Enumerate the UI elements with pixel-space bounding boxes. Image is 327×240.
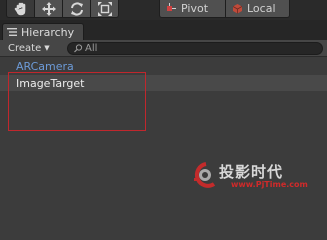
local-button[interactable]: Local xyxy=(226,0,290,18)
tab-hierarchy-label: Hierarchy xyxy=(21,25,75,39)
panel-tab-bar: Hierarchy xyxy=(0,20,327,40)
tab-hierarchy[interactable]: Hierarchy xyxy=(2,23,84,40)
scale-icon xyxy=(97,1,112,16)
hierarchy-toolbar: Create ▼ All xyxy=(0,40,327,57)
search-icon xyxy=(74,44,83,53)
scale-tool-button[interactable] xyxy=(90,0,119,18)
rotate-icon xyxy=(70,1,83,16)
pivot-label: Pivot xyxy=(181,2,209,15)
pivot-toggle-group: Pivot Local xyxy=(159,0,290,18)
annotation-highlight-box xyxy=(8,72,146,131)
watermark-url: www.PjTime.com xyxy=(231,180,308,189)
search-placeholder: All xyxy=(85,43,98,54)
local-label: Local xyxy=(247,2,276,15)
create-label: Create xyxy=(8,42,42,54)
create-dropdown-button[interactable]: Create ▼ xyxy=(4,41,54,55)
watermark-logo-icon xyxy=(194,162,216,188)
rotate-tool-button[interactable] xyxy=(62,0,91,18)
main-toolbar: Pivot Local xyxy=(0,0,327,20)
move-tool-button[interactable] xyxy=(34,0,63,18)
pivot-button[interactable]: Pivot xyxy=(159,0,226,18)
pivot-icon xyxy=(167,3,176,11)
hand-icon xyxy=(14,2,25,15)
transform-tools xyxy=(6,0,119,18)
hierarchy-search-input[interactable]: All xyxy=(67,42,323,55)
chevron-down-icon: ▼ xyxy=(44,44,50,52)
hierarchy-list-icon xyxy=(7,28,17,36)
watermark-title: 投影时代 xyxy=(219,163,284,181)
watermark: 投影时代 www.PjTime.com xyxy=(190,158,315,194)
move-icon xyxy=(41,1,56,16)
hand-tool-button[interactable] xyxy=(6,0,35,18)
local-icon xyxy=(232,4,243,14)
